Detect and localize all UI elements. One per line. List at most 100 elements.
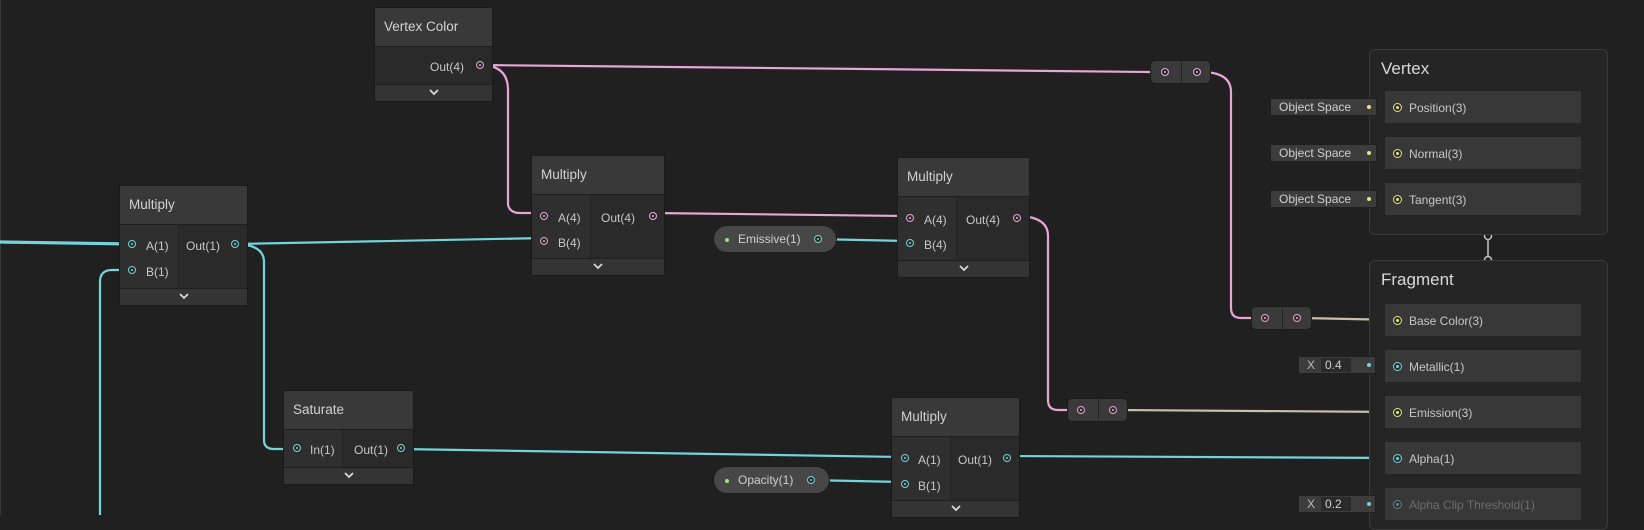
input-port[interactable] (1393, 149, 1402, 158)
input-port-b[interactable] (128, 266, 136, 274)
reroute-input-port[interactable] (1161, 68, 1169, 76)
property-node-emissive[interactable]: Emissive(1) (713, 225, 837, 253)
input-port-a[interactable] (906, 214, 914, 222)
output-port[interactable] (476, 61, 484, 69)
fragment-context[interactable]: Fragment Base Color(3) Metallic(1) Emiss… (1369, 260, 1608, 530)
output-port[interactable] (649, 212, 657, 220)
node-expand-toggle[interactable] (898, 260, 1029, 277)
input-port-a[interactable] (128, 240, 136, 248)
multiply-node-bottom[interactable]: Multiply A(1) B(1) Out(1) (891, 397, 1020, 518)
chevron-down-icon (958, 265, 969, 272)
edge-vertexcolor-to-reroute (478, 63, 1153, 74)
property-label: Opacity(1) (738, 473, 794, 487)
multiply-node-center[interactable]: Multiply A(4) B(4) Out(4) (531, 155, 665, 276)
field-connector-dot (1367, 363, 1371, 367)
output-port[interactable] (1013, 214, 1021, 222)
input-port-a[interactable] (540, 212, 548, 220)
input-port-a-label: A(1) (918, 453, 941, 467)
output-port[interactable] (1003, 454, 1011, 462)
node-expand-toggle[interactable] (532, 258, 664, 275)
input-port[interactable] (1393, 195, 1402, 204)
block-alpha-clip-threshold[interactable]: Alpha Clip Threshold(1) (1384, 487, 1582, 521)
input-port[interactable] (1393, 454, 1402, 463)
space-selector-label: Object Space (1279, 146, 1352, 160)
alpha-clip-value-field[interactable]: X 0.2 (1298, 495, 1376, 513)
edge-multiply-bottom-to-alpha (1004, 454, 1400, 460)
property-node-opacity[interactable]: Opacity(1) (713, 466, 830, 494)
field-value[interactable]: 0.2 (1321, 497, 1351, 511)
node-title: Multiply (120, 186, 247, 225)
input-port[interactable] (1393, 316, 1402, 325)
edge-saturate-to-multiply-bottom (398, 447, 905, 459)
chevron-down-icon (428, 89, 439, 96)
vertex-color-node[interactable]: Vertex Color Out(4) (374, 7, 493, 102)
output-port[interactable] (231, 240, 239, 248)
input-port[interactable] (1393, 500, 1402, 509)
input-port-a[interactable] (901, 454, 909, 462)
reroute-node-vertex-color[interactable] (1150, 60, 1211, 84)
input-port-b[interactable] (901, 480, 909, 488)
input-port[interactable] (293, 444, 301, 452)
node-title: Multiply (898, 158, 1029, 197)
chevron-down-icon (178, 293, 189, 300)
reroute-output-port[interactable] (1193, 68, 1201, 76)
block-normal[interactable]: Normal(3) (1384, 136, 1582, 170)
input-port[interactable] (1393, 362, 1402, 371)
input-port[interactable] (1393, 103, 1402, 112)
output-port-label: Out(4) (430, 60, 465, 74)
space-selector-normal[interactable]: Object Space (1270, 144, 1377, 162)
space-connector-dot (1367, 105, 1371, 109)
node-title: Vertex Color (375, 8, 492, 47)
block-alpha[interactable]: Alpha(1) (1384, 441, 1582, 475)
chevron-down-icon (343, 472, 354, 479)
block-label: Alpha(1) (1409, 452, 1455, 466)
input-port-a-label: A(4) (924, 213, 947, 227)
input-port-b[interactable] (540, 237, 548, 245)
output-port[interactable] (807, 476, 815, 484)
node-expand-toggle[interactable] (375, 84, 492, 101)
reroute-input-port[interactable] (1077, 406, 1085, 414)
edge-multiply-left-to-center (232, 236, 547, 246)
reroute-output-port[interactable] (1109, 406, 1117, 414)
multiply-node-left[interactable]: Multiply A(1) B(1) Out(1) (119, 185, 248, 306)
block-tangent[interactable]: Tangent(3) (1384, 182, 1582, 216)
output-port-label: Out(1) (958, 453, 993, 467)
input-port-b-label: B(4) (924, 238, 947, 252)
block-base-color[interactable]: Base Color(3) (1384, 303, 1582, 337)
edge-multiply-center-to-right (650, 211, 908, 218)
input-port-b[interactable] (906, 239, 914, 247)
block-label: Metallic(1) (1409, 360, 1465, 374)
reroute-node-emission[interactable] (1067, 398, 1128, 422)
saturate-node[interactable]: Saturate In(1) Out(1) (283, 390, 414, 485)
multiply-node-right[interactable]: Multiply A(4) B(4) Out(4) (897, 157, 1030, 278)
node-expand-toggle[interactable] (892, 500, 1019, 517)
block-metallic[interactable]: Metallic(1) (1384, 349, 1582, 383)
node-expand-toggle[interactable] (120, 288, 247, 305)
block-emission[interactable]: Emission(3) (1384, 395, 1582, 429)
output-port-label: Out(4) (601, 211, 636, 225)
input-port-b-label: B(1) (146, 265, 169, 279)
space-selector-tangent[interactable]: Object Space (1270, 190, 1377, 208)
reroute-node-base-color[interactable] (1251, 306, 1312, 330)
input-port[interactable] (1393, 408, 1402, 417)
input-port-a-label: A(4) (558, 211, 581, 225)
reroute-input-port[interactable] (1261, 314, 1269, 322)
output-port-label: Out(1) (186, 239, 221, 253)
reroute-output-port[interactable] (1293, 314, 1301, 322)
metallic-value-field[interactable]: X 0.4 (1298, 356, 1376, 374)
output-port[interactable] (397, 444, 405, 452)
space-selector-label: Object Space (1279, 192, 1352, 206)
input-port-b-label: B(4) (558, 236, 581, 250)
vertex-context[interactable]: Vertex Position(3) Normal(3) Tangent(3) (1369, 49, 1608, 235)
node-title: Multiply (892, 398, 1019, 437)
output-port[interactable] (814, 235, 822, 243)
block-label: Emission(3) (1409, 406, 1473, 420)
block-label: Normal(3) (1409, 147, 1463, 161)
block-position[interactable]: Position(3) (1384, 90, 1582, 124)
node-expand-toggle[interactable] (284, 467, 413, 484)
output-port-label: Out(4) (966, 213, 1001, 227)
field-value[interactable]: 0.4 (1321, 358, 1351, 372)
space-selector-position[interactable]: Object Space (1270, 98, 1377, 116)
output-port-label: Out(1) (354, 443, 389, 457)
edge-offscreen-to-multiply-left-b (98, 268, 133, 515)
